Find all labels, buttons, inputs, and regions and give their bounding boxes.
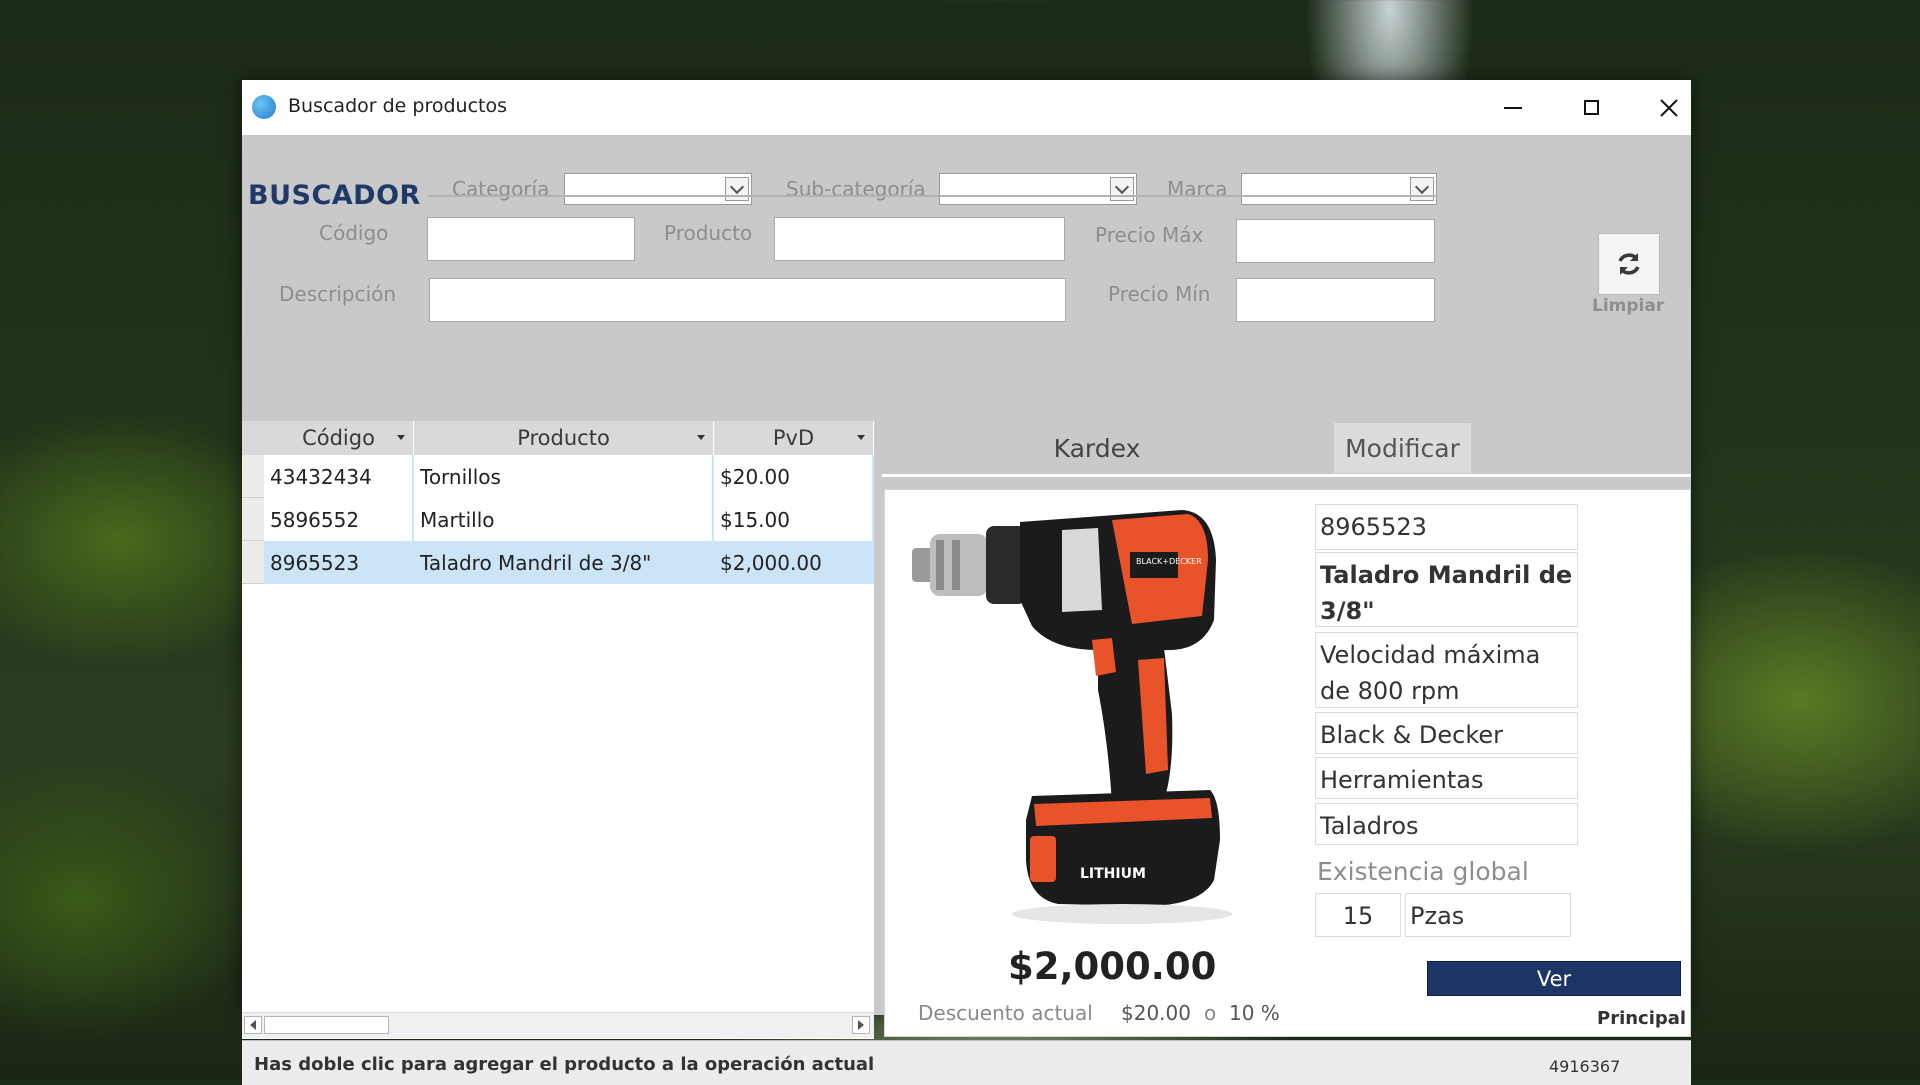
maximize-icon xyxy=(1583,100,1599,115)
refresh-icon xyxy=(1618,253,1640,275)
status-hint: Has doble clic para agregar el producto … xyxy=(254,1054,875,1075)
product-search-window: Buscador de productos BUSCADOR Categoría… xyxy=(242,80,1691,1085)
detail-codigo-field[interactable]: 8965523 xyxy=(1315,504,1578,550)
codigo-input[interactable] xyxy=(427,217,635,261)
chevron-down-icon xyxy=(1114,179,1130,195)
cell-producto[interactable]: Martillo xyxy=(414,498,714,541)
grid-header: Código Producto PvD xyxy=(242,421,874,455)
chevron-down-icon xyxy=(729,179,745,195)
maximize-button[interactable] xyxy=(1552,80,1630,135)
principal-label: Principal xyxy=(1597,1008,1687,1029)
precio-min-input[interactable] xyxy=(1236,278,1435,322)
cell-codigo[interactable]: 8965523 xyxy=(264,541,414,584)
cell-pvd[interactable]: $20.00 xyxy=(714,455,874,498)
minimize-icon xyxy=(1504,106,1522,109)
battery-brand-text: LITHIUM xyxy=(1080,866,1146,882)
filter-divider xyxy=(428,195,1438,197)
subcategoria-label: Sub-categoría xyxy=(786,177,926,201)
price-display: $2,000.00 xyxy=(1008,945,1217,988)
app-icon xyxy=(252,95,276,119)
categoria-label: Categoría xyxy=(452,177,550,201)
descuento-separator: o xyxy=(1204,1001,1217,1025)
drill-brand-text: BLACK+DECKER xyxy=(1136,557,1202,566)
descripcion-input[interactable] xyxy=(429,278,1066,322)
column-header-codigo-label: Código xyxy=(302,426,375,450)
row-header[interactable] xyxy=(242,541,264,584)
tab-divider xyxy=(882,474,1691,477)
detail-marca-field[interactable]: Black & Decker xyxy=(1315,712,1578,754)
buscador-heading: BUSCADOR xyxy=(248,180,421,211)
cell-codigo[interactable]: 5896552 xyxy=(264,498,414,541)
arrow-right-icon xyxy=(858,1020,864,1030)
arrow-left-icon xyxy=(250,1020,256,1030)
detail-descripcion-field[interactable]: Velocidad máxima de 800 rpm xyxy=(1315,632,1578,708)
sort-dropdown-icon xyxy=(697,435,705,440)
precio-max-label: Precio Máx xyxy=(1095,223,1204,247)
scroll-thumb[interactable] xyxy=(264,1016,389,1034)
column-header-producto-label: Producto xyxy=(517,426,610,450)
cell-pvd[interactable]: $15.00 xyxy=(714,498,874,541)
descuento-label: Descuento actual xyxy=(918,1001,1093,1025)
drill-product-image: BLACK+DECKER LITHIUM xyxy=(912,510,1232,924)
column-header-producto[interactable]: Producto xyxy=(414,421,714,455)
detail-subcategoria-field[interactable]: Taladros xyxy=(1315,803,1578,845)
row-header[interactable] xyxy=(242,498,264,541)
title-bar: Buscador de productos xyxy=(242,80,1691,135)
descripcion-label: Descripción xyxy=(279,282,397,306)
categoria-dropdown-button[interactable] xyxy=(725,177,749,201)
existencia-unidad-field[interactable]: Pzas xyxy=(1405,893,1571,937)
marca-dropdown-button[interactable] xyxy=(1410,177,1434,201)
scroll-left-button[interactable] xyxy=(244,1016,262,1034)
categoria-select[interactable] xyxy=(564,173,752,205)
horizontal-scrollbar[interactable] xyxy=(242,1012,874,1038)
marca-select[interactable] xyxy=(1241,173,1437,205)
subcategoria-select[interactable] xyxy=(939,173,1137,205)
producto-label: Producto xyxy=(664,221,753,245)
limpiar-label: Limpiar xyxy=(1592,296,1665,316)
column-header-pvd-label: PvD xyxy=(772,426,815,450)
precio-max-input[interactable] xyxy=(1236,219,1435,263)
detail-nombre-field[interactable]: Taladro Mandril de 3/8" xyxy=(1315,552,1578,627)
tab-modificar[interactable]: Modificar xyxy=(1334,423,1471,473)
descuento-porcentaje: 10 % xyxy=(1229,1001,1280,1025)
subcategoria-dropdown-button[interactable] xyxy=(1110,177,1134,201)
row-header[interactable] xyxy=(242,455,264,498)
scroll-right-button[interactable] xyxy=(852,1016,870,1034)
existencia-cantidad-field[interactable]: 15 xyxy=(1315,893,1401,937)
status-id: 4916367 xyxy=(1549,1057,1621,1076)
cell-producto[interactable]: Taladro Mandril de 3/8" xyxy=(414,541,714,584)
cell-codigo[interactable]: 43432434 xyxy=(264,455,414,498)
cell-pvd[interactable]: $2,000.00 xyxy=(714,541,874,584)
chevron-down-icon xyxy=(1414,179,1430,195)
tab-kardex[interactable]: Kardex xyxy=(882,423,1312,473)
minimize-button[interactable] xyxy=(1474,80,1552,135)
descuento-monto: $20.00 xyxy=(1121,1001,1191,1025)
sort-dropdown-icon xyxy=(397,435,405,440)
cell-producto[interactable]: Tornillos xyxy=(414,455,714,498)
sort-dropdown-icon xyxy=(857,435,865,440)
codigo-label: Código xyxy=(319,221,389,245)
marca-label: Marca xyxy=(1167,177,1228,201)
column-header-codigo[interactable]: Código xyxy=(264,421,414,455)
producto-input[interactable] xyxy=(774,217,1065,261)
window-title: Buscador de productos xyxy=(288,95,507,117)
limpiar-button[interactable] xyxy=(1598,233,1660,295)
column-header-pvd[interactable]: PvD xyxy=(714,421,874,455)
close-button[interactable] xyxy=(1630,80,1708,135)
precio-min-label: Precio Mín xyxy=(1108,282,1211,306)
ver-button[interactable]: Ver xyxy=(1427,961,1681,996)
existencia-label: Existencia global xyxy=(1317,857,1529,886)
detail-categoria-field[interactable]: Herramientas xyxy=(1315,757,1578,799)
results-grid: Código Producto PvD 43432434 Tornillos $… xyxy=(242,421,874,1039)
close-icon xyxy=(1660,98,1678,117)
